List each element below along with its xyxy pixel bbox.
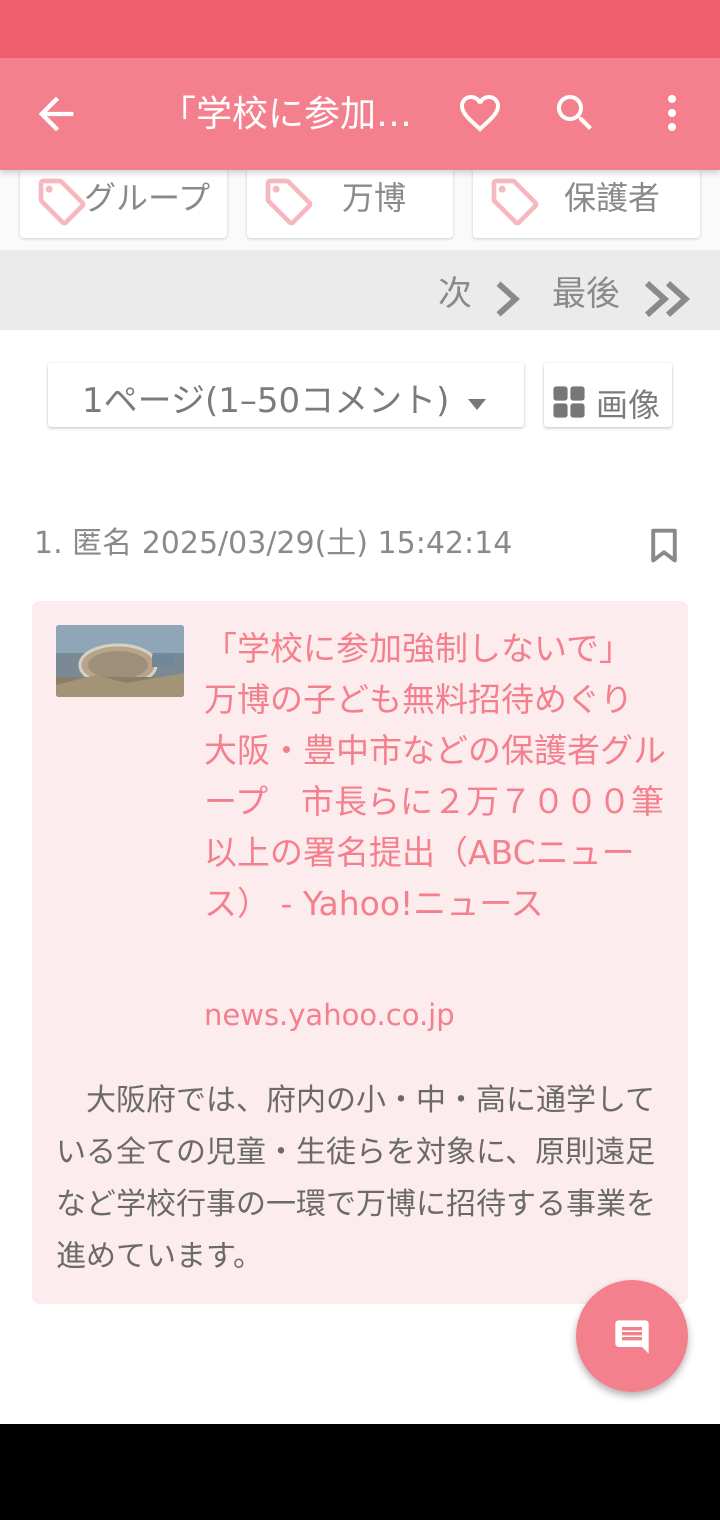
tag-chip-expo[interactable]: 万博 bbox=[247, 170, 453, 238]
app-toolbar: 「学校に参加強制しないで」 万博の子ども無料招待めぐり 大阪・豊中市などの保護者… bbox=[0, 58, 720, 170]
comment-icon bbox=[615, 1320, 649, 1354]
tag-icon bbox=[265, 178, 313, 226]
link-domain: news.yahoo.co.jp bbox=[204, 998, 455, 1032]
tag-chip-group[interactable]: グループ bbox=[20, 170, 227, 238]
double-chevron-right-icon[interactable] bbox=[640, 278, 696, 320]
tag-icon bbox=[38, 178, 86, 226]
grid-icon bbox=[553, 386, 585, 418]
tag-label: 保護者 bbox=[564, 179, 661, 217]
link-description: 大阪府では、府内の小・中・高に通学している全ての児童・生徒らを対象に、原則遠足な… bbox=[56, 1083, 656, 1274]
tag-label: 万博 bbox=[342, 179, 407, 217]
link-thumbnail bbox=[56, 625, 184, 697]
dropdown-arrow-icon bbox=[468, 399, 486, 410]
last-page-link[interactable]: 最後 bbox=[552, 272, 620, 316]
image-view-button[interactable]: 画像 bbox=[544, 363, 672, 427]
page-title: 「学校に参加強制しないで」 万博の子ども無料招待めぐり 大阪・豊中市などの保護者… bbox=[160, 94, 415, 135]
page-range-value: 1ページ(1–50コメント) bbox=[82, 381, 450, 421]
status-bar bbox=[0, 0, 720, 58]
heart-icon[interactable] bbox=[456, 89, 504, 137]
system-navigation-bar bbox=[0, 1424, 720, 1520]
tag-label: グループ bbox=[84, 179, 211, 217]
more-vert-icon[interactable] bbox=[648, 89, 696, 137]
pager-bar: 次 最後 bbox=[0, 250, 720, 330]
tag-chip-guardians[interactable]: 保護者 bbox=[473, 170, 700, 238]
tag-row: グループ 万博 保護者 bbox=[0, 170, 720, 250]
search-icon[interactable] bbox=[551, 89, 599, 137]
chevron-right-icon[interactable] bbox=[490, 278, 524, 320]
post-comment-fab[interactable] bbox=[576, 1280, 688, 1392]
comment-header: 1. 匿名 2025/03/29(土) 15:42:14 bbox=[34, 526, 513, 561]
bookmark-icon[interactable] bbox=[648, 528, 680, 564]
page-range-dropdown[interactable]: 1ページ(1–50コメント) bbox=[48, 363, 524, 427]
back-arrow-icon[interactable] bbox=[30, 88, 82, 140]
link-title[interactable]: 「学校に参加強制しないで」 万博の子ども無料招待めぐり 大阪・豊中市などの保護者… bbox=[204, 623, 674, 929]
image-button-label: 画像 bbox=[596, 386, 661, 424]
link-preview-card[interactable]: 「学校に参加強制しないで」 万博の子ども無料招待めぐり 大阪・豊中市などの保護者… bbox=[32, 601, 688, 1304]
next-page-link[interactable]: 次 bbox=[438, 272, 472, 316]
tag-icon bbox=[491, 178, 539, 226]
